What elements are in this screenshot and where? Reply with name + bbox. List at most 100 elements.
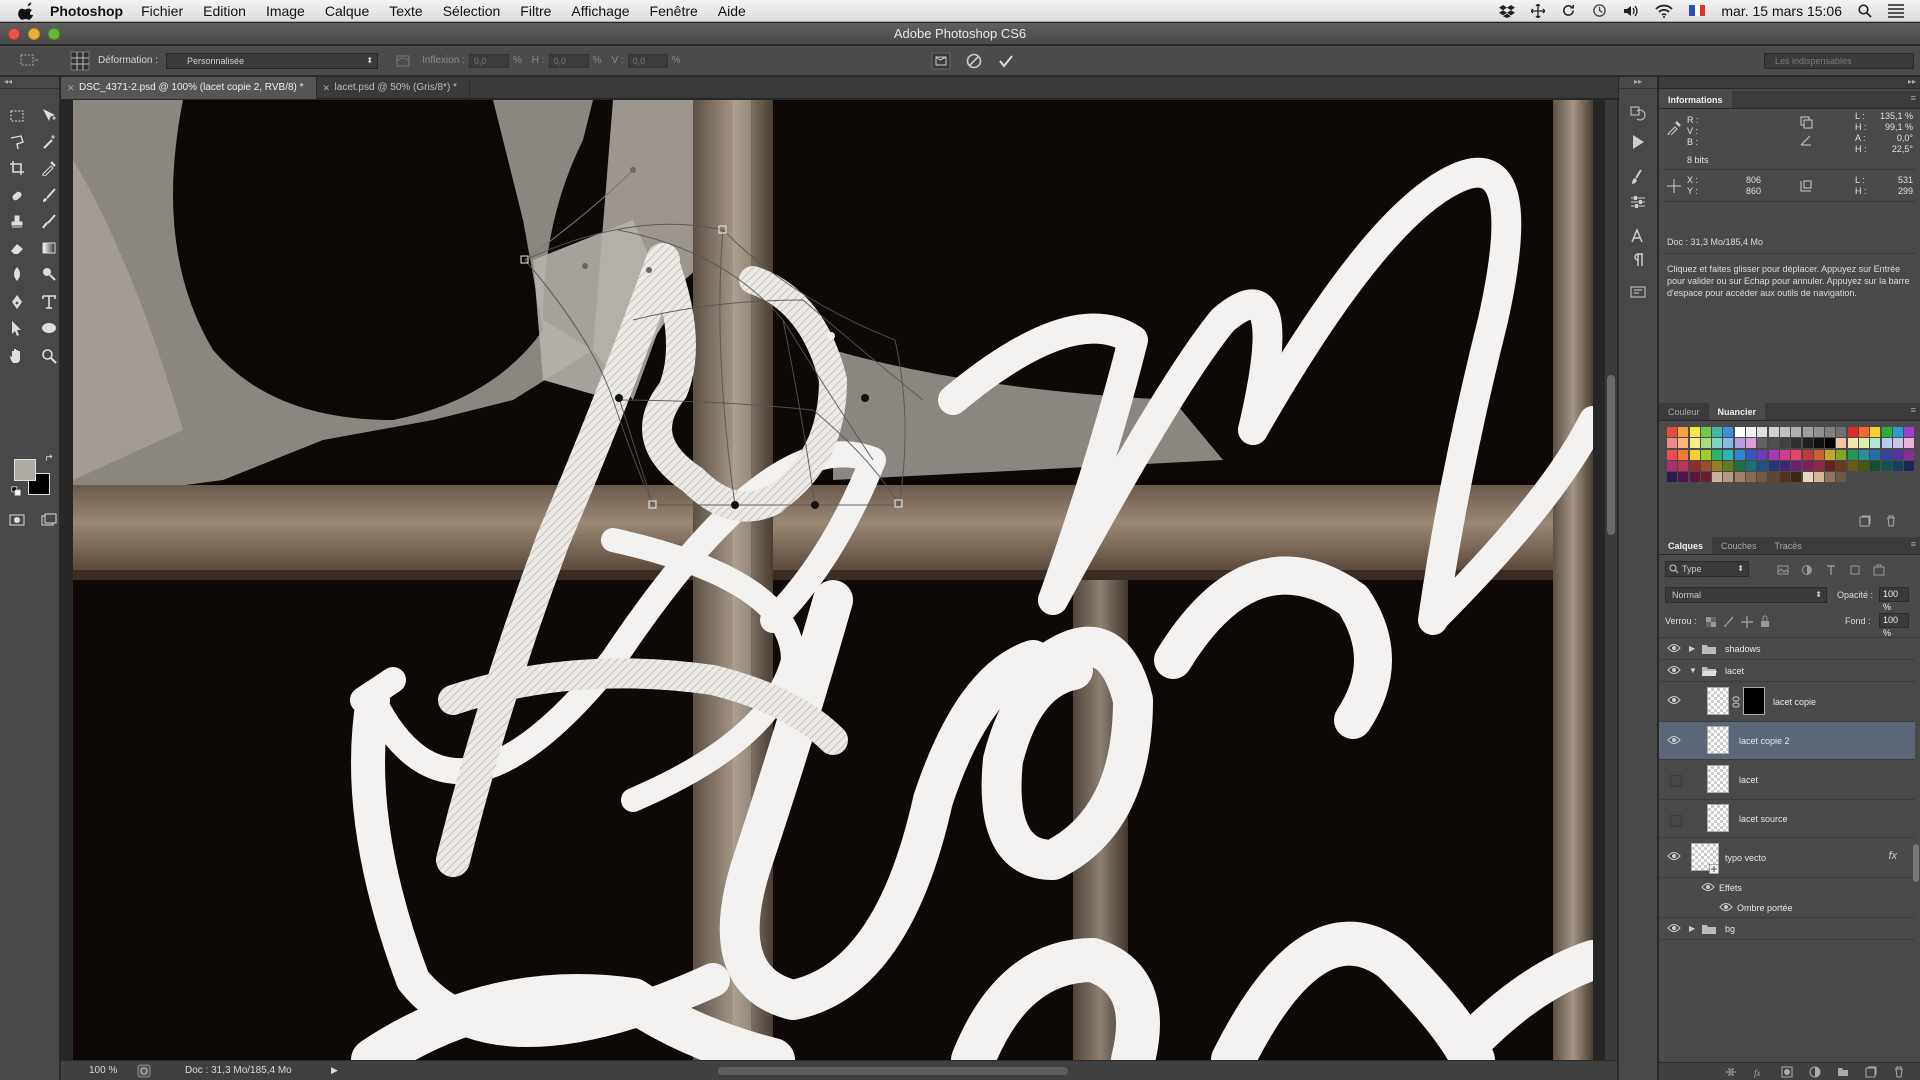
color-swatch[interactable]: [1700, 472, 1711, 483]
eraser-tool-icon[interactable]: [6, 237, 28, 259]
menu-aide[interactable]: Aide: [718, 3, 746, 19]
brush-tool-icon[interactable]: [38, 185, 60, 207]
color-swatch[interactable]: [1836, 427, 1847, 437]
warp-orientation-icon[interactable]: [394, 52, 412, 70]
h-distortion-field[interactable]: 0,0: [548, 53, 589, 68]
color-swatch[interactable]: [1768, 438, 1779, 449]
new-swatch-icon[interactable]: [1859, 515, 1871, 527]
scrollbar-thumb[interactable]: [1607, 375, 1615, 535]
color-swatch[interactable]: [1700, 460, 1711, 471]
color-swatch[interactable]: [1678, 460, 1689, 471]
layer-row-shadows[interactable]: ▶ shadows: [1659, 638, 1915, 660]
color-swatch[interactable]: [1667, 472, 1677, 483]
french-flag-input-icon[interactable]: [1689, 5, 1706, 16]
color-swatch[interactable]: [1825, 449, 1836, 460]
panels-collapse-icon[interactable]: ▸▸: [1908, 77, 1916, 86]
color-swatch[interactable]: [1836, 438, 1847, 449]
color-swatch[interactable]: [1757, 460, 1768, 471]
new-adjustment-icon[interactable]: [1809, 1066, 1821, 1078]
history-panel-icon[interactable]: [1629, 105, 1649, 125]
gradient-tool-icon[interactable]: [38, 237, 60, 259]
color-swatch[interactable]: [1881, 427, 1892, 437]
color-swatch[interactable]: [1734, 449, 1745, 460]
color-swatch[interactable]: [1881, 449, 1892, 460]
canvas-horizontal-scrollbar[interactable]: [717, 1066, 1068, 1075]
color-swatch[interactable]: [1802, 460, 1813, 471]
canvas-vertical-scrollbar[interactable]: [1605, 100, 1617, 1060]
color-swatch[interactable]: [1723, 449, 1734, 460]
menu-selection[interactable]: Sélection: [443, 3, 501, 19]
visibility-toggle-empty[interactable]: [1667, 812, 1683, 828]
tab-nuancier[interactable]: Nuancier: [1708, 403, 1766, 420]
layer-row-typo-vecto[interactable]: typo vecto fx: [1659, 838, 1915, 878]
notification-center-icon[interactable]: [1888, 3, 1904, 18]
menu-edition[interactable]: Edition: [203, 3, 246, 19]
color-swatch[interactable]: [1712, 472, 1723, 483]
color-swatch[interactable]: [1813, 449, 1824, 460]
artwork-image[interactable]: [73, 100, 1593, 1060]
color-swatch[interactable]: [1678, 438, 1689, 449]
tab-close-icon[interactable]: ✕: [67, 77, 75, 99]
document-canvas[interactable]: [61, 100, 1605, 1060]
blur-tool-icon[interactable]: [6, 263, 28, 285]
color-swatch[interactable]: [1813, 460, 1824, 471]
color-swatch[interactable]: [1791, 449, 1802, 460]
color-swatch[interactable]: [1689, 472, 1700, 483]
color-swatch[interactable]: [1734, 427, 1745, 437]
color-swatch[interactable]: [1678, 449, 1689, 460]
color-swatch[interactable]: [1859, 427, 1870, 437]
color-swatch[interactable]: [1689, 449, 1700, 460]
layers-scrollbar-thumb[interactable]: [1913, 844, 1919, 882]
color-swatch[interactable]: [1791, 438, 1802, 449]
color-swatch[interactable]: [1904, 449, 1915, 460]
color-swatch[interactable]: [1667, 438, 1677, 449]
warp-grid-icon[interactable]: [70, 51, 90, 71]
menu-image[interactable]: Image: [266, 3, 305, 19]
paragraph-panel-icon[interactable]: [1629, 251, 1649, 271]
fill-field[interactable]: 100 %: [1879, 613, 1909, 638]
tab-traces[interactable]: Tracés: [1766, 537, 1811, 554]
color-swatch[interactable]: [1892, 449, 1903, 460]
tab-informations[interactable]: Informations: [1659, 91, 1732, 108]
move-tool-icon[interactable]: [38, 105, 60, 127]
window-close-button[interactable]: [8, 28, 20, 40]
default-colors-icon[interactable]: [10, 485, 22, 497]
status-info-icon[interactable]: [137, 1064, 151, 1078]
color-swatch[interactable]: [1791, 460, 1802, 471]
menu-fichier[interactable]: Fichier: [141, 3, 183, 19]
color-swatch[interactable]: [1791, 472, 1802, 483]
color-swatch[interactable]: [1847, 427, 1858, 437]
layer-row-lacet[interactable]: lacet: [1659, 760, 1915, 800]
color-swatch[interactable]: [1757, 427, 1768, 437]
filter-adjustment-icon[interactable]: [1801, 564, 1813, 576]
wifi-icon[interactable]: [1655, 4, 1674, 18]
layer-row-lacet-copie-2[interactable]: lacet copie 2: [1659, 722, 1915, 760]
tab-couleur[interactable]: Couleur: [1659, 403, 1709, 420]
color-swatch[interactable]: [1746, 438, 1757, 449]
tab-couches[interactable]: Couches: [1712, 537, 1766, 554]
color-swatch[interactable]: [1859, 449, 1870, 460]
blend-mode-dropdown[interactable]: Normal: [1665, 587, 1827, 603]
tab-close-icon[interactable]: ✕: [323, 77, 331, 99]
color-swatch[interactable]: [1802, 472, 1813, 483]
color-swatch[interactable]: [1678, 472, 1689, 483]
expand-arrow-icon[interactable]: ▶: [1689, 644, 1695, 653]
v-distortion-field[interactable]: 0,0: [627, 53, 668, 68]
color-swatch[interactable]: [1757, 472, 1768, 483]
color-swatch[interactable]: [1904, 427, 1915, 437]
layer-mask-thumbnail[interactable]: [1743, 687, 1765, 715]
spotlight-search-icon[interactable]: [1858, 3, 1872, 18]
color-swatch[interactable]: [1768, 427, 1779, 437]
color-swatch[interactable]: [1734, 460, 1745, 471]
visibility-toggle-empty[interactable]: [1667, 772, 1683, 788]
color-swatch[interactable]: [1700, 449, 1711, 460]
foreground-color-swatch[interactable]: [14, 459, 36, 481]
color-swatch[interactable]: [1779, 427, 1790, 437]
color-swatch[interactable]: [1825, 460, 1836, 471]
opacity-field[interactable]: 100 %: [1879, 587, 1909, 612]
color-swatch[interactable]: [1892, 438, 1903, 449]
color-swatch[interactable]: [1746, 460, 1757, 471]
menu-texte[interactable]: Texte: [389, 3, 422, 19]
color-swatch[interactable]: [1734, 438, 1745, 449]
layer-row-bg[interactable]: ▶ bg: [1659, 918, 1915, 940]
